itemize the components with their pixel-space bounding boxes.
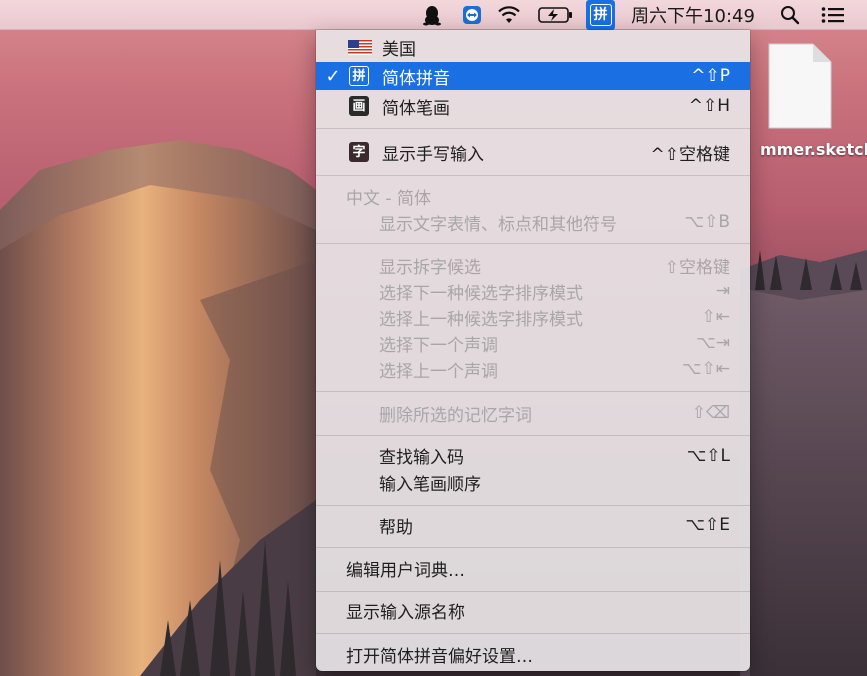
menu-item-delete-memory[interactable]: 删除所选的记忆字词 ⇧⌫ [316, 399, 750, 427]
menu-item-lookup-code[interactable]: 查找输入码 ⌥⇧L [316, 442, 750, 469]
notification-center-icon[interactable] [818, 0, 848, 30]
handwriting-icon: 字 [349, 142, 369, 162]
section-header: 中文 - 简体 [316, 183, 750, 209]
shortcut: ^⇧空格键 [650, 144, 731, 165]
menu-separator [316, 175, 750, 176]
menu-bar: 拼 周六下午10:49 [0, 0, 867, 30]
menu-item-next-sort-mode[interactable]: 选择下一种候选字排序模式 ⇥ [316, 278, 750, 304]
menu-item-show-handwriting[interactable]: 字 显示手写输入 ^⇧空格键 [316, 138, 750, 166]
menu-item-prev-sort-mode[interactable]: 选择上一种候选字排序模式 ⇧⇤ [316, 304, 750, 330]
menu-separator [316, 633, 750, 634]
section-header-label: 中文 - 简体 [346, 188, 431, 209]
menu-item-label: 帮助 [379, 517, 413, 538]
input-method-icon[interactable]: 拼 [586, 0, 615, 30]
menu-separator [316, 591, 750, 592]
menu-separator [316, 435, 750, 436]
menu-item-label: 打开简体拼音偏好设置… [346, 646, 533, 667]
input-method-menu: 美国 ✓ 拼 简体拼音 ^⇧P 画 简体笔画 ^⇧H 字 显示手写输入 ^⇧空格… [316, 30, 750, 671]
shortcut: ⇧⌫ [691, 403, 730, 423]
desktop-file-label: mmer.sketch [760, 140, 867, 159]
shortcut: ⌥⇥ [696, 333, 730, 353]
menu-item-label: 显示手写输入 [382, 144, 484, 165]
wifi-icon[interactable] [494, 0, 524, 30]
menu-item-label: 美国 [382, 39, 416, 60]
menu-item-label: 简体笔画 [382, 98, 450, 119]
menu-separator [316, 547, 750, 548]
menu-item-label: 删除所选的记忆字词 [379, 405, 532, 426]
menu-item-label: 选择上一个声调 [379, 361, 498, 382]
desktop-file[interactable]: mmer.sketch [760, 40, 867, 170]
us-flag-icon [348, 39, 372, 55]
menu-item-stroke-order[interactable]: 输入笔画顺序 [316, 469, 750, 496]
menu-separator [316, 391, 750, 392]
menu-item-help[interactable]: 帮助 ⌥⇧E [316, 511, 750, 539]
menu-item-us[interactable]: 美国 [316, 34, 750, 60]
shortcut: ⌥⇧L [686, 445, 730, 466]
pinyin-icon: 拼 [349, 66, 369, 86]
battery-charging-icon[interactable] [536, 0, 576, 30]
menu-item-label: 编辑用户词典… [346, 560, 465, 581]
shortcut: ⇥ [715, 281, 730, 301]
menu-item-label: 显示输入源名称 [346, 602, 465, 623]
spotlight-search-icon[interactable] [776, 0, 804, 30]
shortcut: ^⇧P [691, 66, 730, 86]
teamviewer-icon[interactable] [458, 0, 486, 30]
menu-item-label: 选择下一个声调 [379, 335, 498, 356]
pinyin-glyph: 拼 [589, 4, 612, 26]
menu-item-label: 选择下一种候选字排序模式 [379, 283, 583, 304]
menu-item-show-source-name[interactable]: 显示输入源名称 [316, 596, 750, 624]
menu-separator [316, 243, 750, 244]
qq-penguin-icon[interactable] [418, 0, 446, 30]
menu-item-label: 显示拆字候选 [379, 257, 481, 278]
menu-item-simplified-pinyin[interactable]: ✓ 拼 简体拼音 ^⇧P [316, 62, 750, 90]
checkmark-icon: ✓ [325, 65, 341, 87]
stroke-icon: 画 [349, 96, 369, 116]
shortcut: ⌥⇧E [685, 515, 730, 535]
menu-item-show-split-candidates[interactable]: 显示拆字候选 ⇧空格键 [316, 252, 750, 278]
menu-separator [316, 128, 750, 129]
menu-item-next-tone[interactable]: 选择下一个声调 ⌥⇥ [316, 330, 750, 356]
menu-item-label: 查找输入码 [379, 448, 464, 468]
menu-item-label: 显示文字表情、标点和其他符号 [379, 214, 617, 235]
shortcut: ⇧空格键 [664, 257, 730, 278]
menubar-clock[interactable]: 周六下午10:49 [626, 0, 760, 30]
menu-item-edit-dictionary[interactable]: 编辑用户词典… [316, 554, 750, 582]
shortcut: ⌥⇧⇤ [681, 359, 730, 379]
menu-item-label: 输入笔画顺序 [379, 475, 481, 495]
shortcut: ^⇧H [688, 96, 730, 116]
shortcut: ⇧⇤ [701, 307, 731, 327]
shortcut: ⌥⇧B [684, 212, 731, 232]
menu-item-label: 简体拼音 [382, 68, 450, 89]
menu-item-open-preferences[interactable]: 打开简体拼音偏好设置… [316, 640, 750, 668]
menu-separator [316, 505, 750, 506]
document-icon [768, 43, 832, 129]
menu-item-prev-tone[interactable]: 选择上一个声调 ⌥⇧⇤ [316, 356, 750, 382]
menu-item-label: 选择上一种候选字排序模式 [379, 309, 583, 330]
menu-item-emoji-symbols[interactable]: 显示文字表情、标点和其他符号 ⌥⇧B [316, 209, 750, 235]
menu-item-simplified-stroke[interactable]: 画 简体笔画 ^⇧H [316, 92, 750, 120]
